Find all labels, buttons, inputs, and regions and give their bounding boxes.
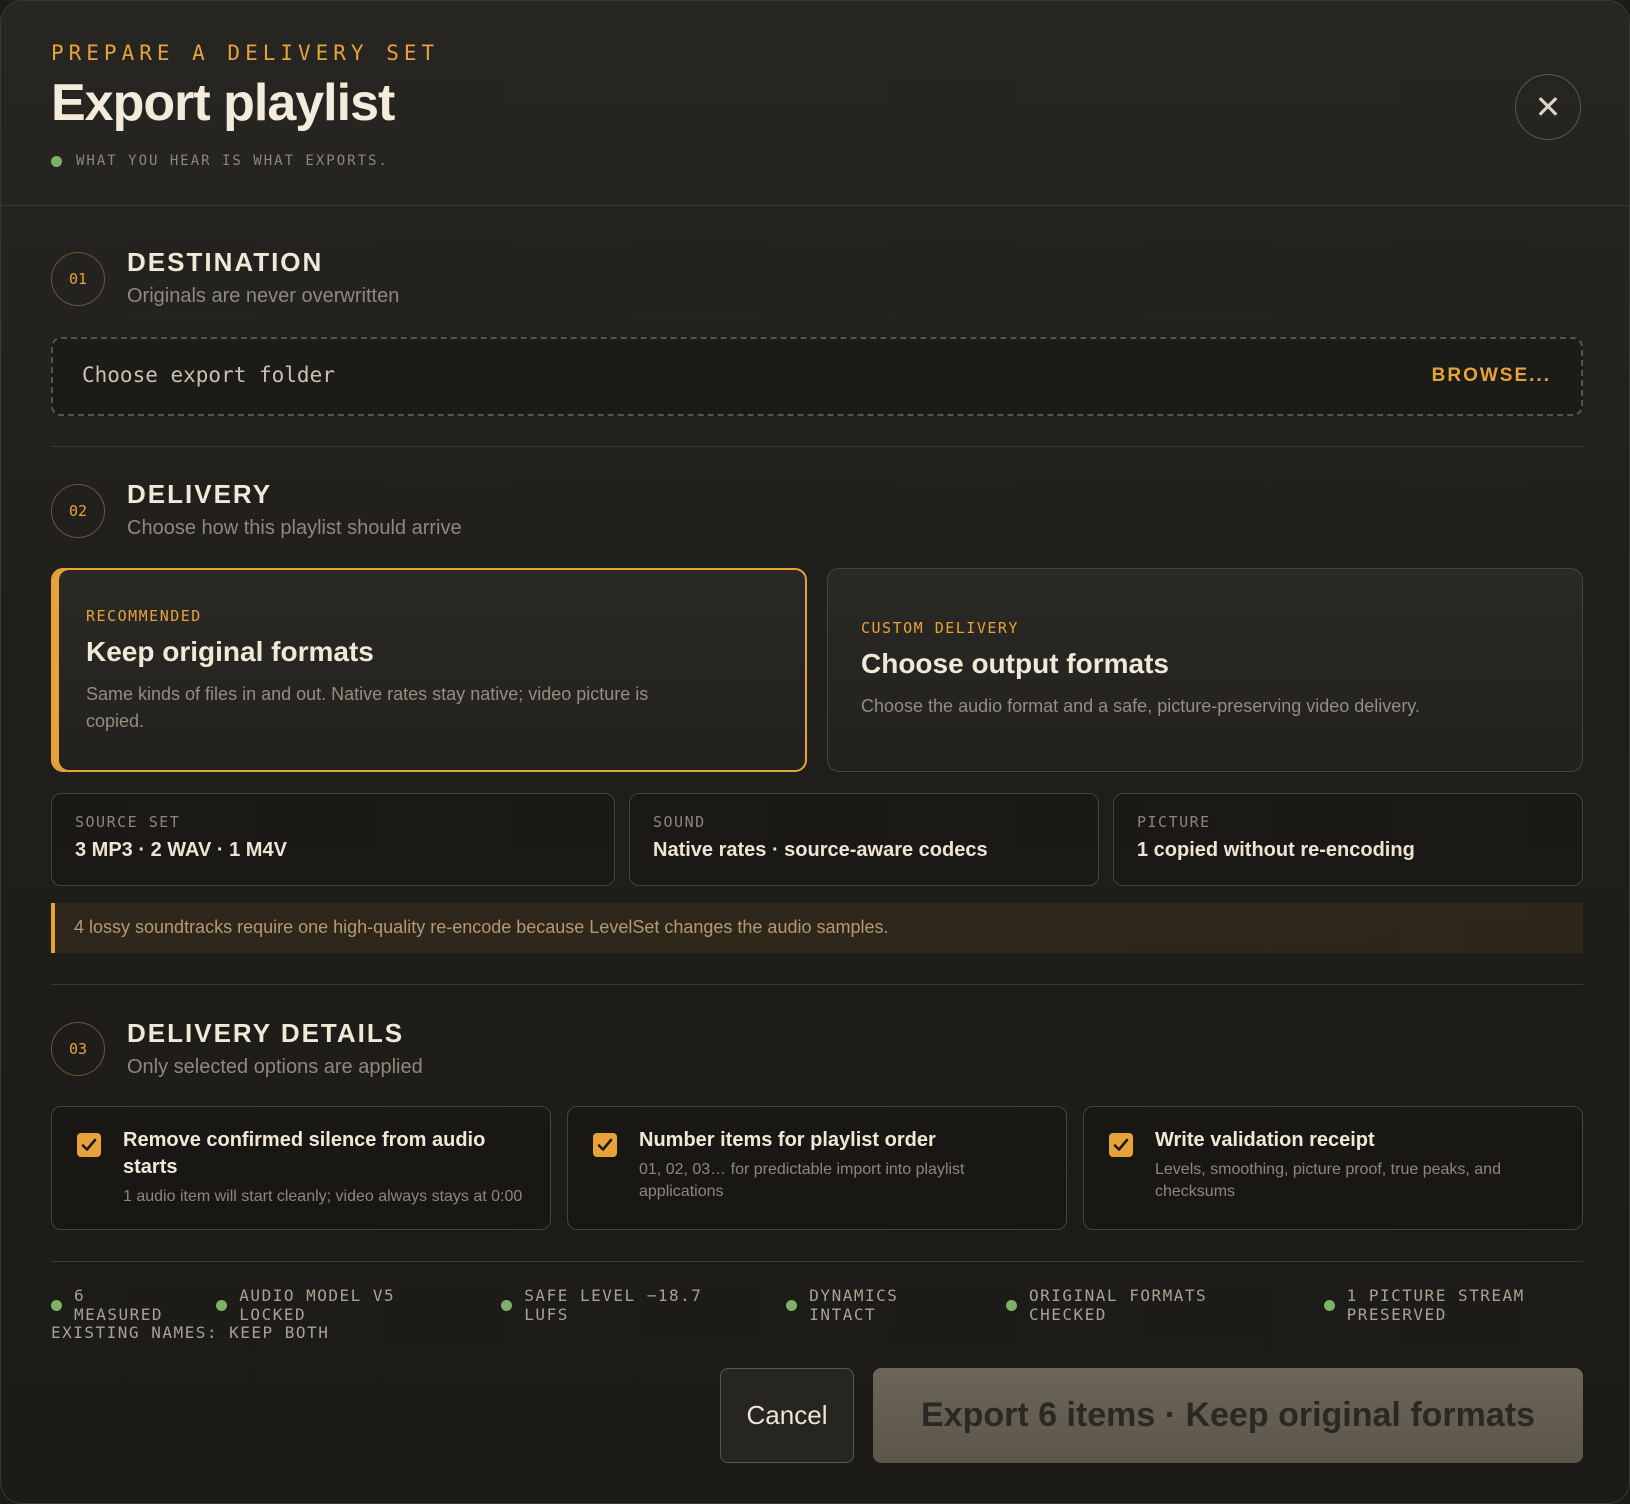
export-button[interactable]: Export 6 items · Keep original formats	[873, 1368, 1583, 1463]
section-subtitle-destination: Originals are never overwritten	[127, 285, 400, 307]
option-validation-receipt[interactable]: Write validation receipt Levels, smoothi…	[1083, 1106, 1583, 1230]
delivery-option-keep-original[interactable]: RECOMMENDED Keep original formats Same k…	[51, 568, 807, 772]
option-title: Keep original formats	[86, 636, 374, 667]
checkmark-icon	[1113, 1138, 1129, 1151]
summary-value: 1 copied without re-encoding	[1137, 839, 1415, 861]
status-item: DYNAMICS INTACT	[786, 1286, 972, 1324]
section-divider	[51, 446, 1583, 447]
option-eyebrow: CUSTOM DELIVERY	[861, 619, 1019, 637]
option-title: Remove confirmed silence from audio star…	[123, 1129, 486, 1178]
summary-value: Native rates · source-aware codecs	[653, 839, 988, 861]
option-description: Same kinds of files in and out. Native r…	[86, 684, 649, 731]
status-dot-icon	[501, 1299, 513, 1311]
page-title: Export playlist	[51, 74, 395, 132]
status-item: 6 MEASURED	[51, 1286, 182, 1324]
reencode-notice: 4 lossy soundtracks require one high-qua…	[51, 903, 1583, 953]
summary-sound: SOUND Native rates · source-aware codecs	[629, 793, 1099, 886]
status-dot-icon	[786, 1299, 798, 1311]
checkbox-checked[interactable]	[593, 1133, 617, 1157]
section-subtitle-delivery: Choose how this playlist should arrive	[127, 517, 462, 539]
status-text: SAFE LEVEL −18.7 LUFS	[524, 1286, 703, 1324]
summary-picture: PICTURE 1 copied without re-encoding	[1113, 793, 1583, 886]
delivery-option-custom[interactable]: CUSTOM DELIVERY Choose output formats Ch…	[827, 568, 1583, 772]
tagline-text: WHAT YOU HEAR IS WHAT EXPORTS.	[76, 153, 389, 169]
status-text: 1 PICTURE STREAM PRESERVED	[1346, 1286, 1525, 1324]
status-item: ORIGINAL FORMATS CHECKED	[1006, 1286, 1290, 1324]
section-divider	[51, 1261, 1583, 1262]
option-description: Choose the audio format and a safe, pict…	[861, 696, 1420, 716]
summary-label: PICTURE	[1137, 813, 1211, 831]
checkmark-icon	[597, 1138, 613, 1151]
status-row: 6 MEASURED AUDIO MODEL V5 LOCKED SAFE LE…	[51, 1286, 1629, 1324]
status-item: AUDIO MODEL V5 LOCKED	[216, 1286, 467, 1324]
checkbox-checked[interactable]	[77, 1133, 101, 1157]
step-number-destination: 01	[51, 252, 105, 306]
checkmark-icon	[81, 1138, 97, 1151]
folder-placeholder: Choose export folder	[82, 363, 335, 387]
summary-value: 3 MP3 · 2 WAV · 1 M4V	[75, 839, 287, 861]
status-text: 6 MEASURED	[74, 1286, 164, 1324]
section-title-delivery: DELIVERY	[127, 479, 273, 509]
export-folder-field[interactable]: Choose export folder BROWSE...	[51, 337, 1583, 416]
close-button[interactable]: ✕	[1515, 74, 1581, 140]
status-item: 1 PICTURE STREAM PRESERVED	[1323, 1286, 1629, 1324]
existing-names-status: EXISTING NAMES: KEEP BOTH	[51, 1323, 330, 1342]
summary-label: SOURCE SET	[75, 813, 181, 831]
section-divider	[51, 984, 1583, 985]
status-dot-icon	[1006, 1299, 1017, 1311]
cancel-button[interactable]: Cancel	[720, 1368, 854, 1463]
step-number-delivery: 02	[51, 484, 105, 538]
summary-source-set: SOURCE SET 3 MP3 · 2 WAV · 1 M4V	[51, 793, 615, 886]
status-text: ORIGINAL FORMATS CHECKED	[1029, 1286, 1208, 1324]
option-number-items[interactable]: Number items for playlist order 01, 02, …	[567, 1106, 1067, 1230]
option-remove-silence[interactable]: Remove confirmed silence from audio star…	[51, 1106, 551, 1230]
section-subtitle-details: Only selected options are applied	[127, 1056, 423, 1078]
dialog-header: PREPARE A DELIVERY SET Export playlist W…	[1, 1, 1629, 206]
notice-text: 4 lossy soundtracks require one high-qua…	[74, 917, 889, 937]
checkbox-checked[interactable]	[1109, 1133, 1133, 1157]
option-eyebrow: RECOMMENDED	[86, 607, 202, 625]
summary-label: SOUND	[653, 813, 706, 831]
status-text: DYNAMICS INTACT	[809, 1286, 899, 1324]
status-dot-icon	[51, 1299, 62, 1311]
option-title: Number items for playlist order	[639, 1129, 936, 1151]
section-title-details: DELIVERY DETAILS	[127, 1018, 405, 1048]
header-eyebrow: PREPARE A DELIVERY SET	[51, 41, 440, 65]
tagline: WHAT YOU HEAR IS WHAT EXPORTS.	[51, 153, 389, 169]
status-dot-icon	[216, 1299, 228, 1311]
export-dialog: PREPARE A DELIVERY SET Export playlist W…	[0, 0, 1630, 1504]
section-title-destination: DESTINATION	[127, 247, 324, 277]
close-icon: ✕	[1534, 89, 1562, 125]
browse-button[interactable]: BROWSE...	[1432, 365, 1551, 387]
option-description: Levels, smoothing, picture proof, true p…	[1155, 1161, 1501, 1200]
status-dot-icon	[1323, 1299, 1335, 1311]
status-item: SAFE LEVEL −18.7 LUFS	[501, 1286, 752, 1324]
step-number-details: 03	[51, 1022, 105, 1076]
option-title: Choose output formats	[861, 648, 1169, 679]
status-text: AUDIO MODEL V5 LOCKED	[239, 1286, 396, 1324]
option-description: 1 audio item will start cleanly; video a…	[123, 1188, 523, 1205]
status-dot-icon	[51, 155, 62, 167]
option-title: Write validation receipt	[1155, 1129, 1375, 1151]
option-description: 01, 02, 03… for predictable import into …	[639, 1161, 965, 1200]
